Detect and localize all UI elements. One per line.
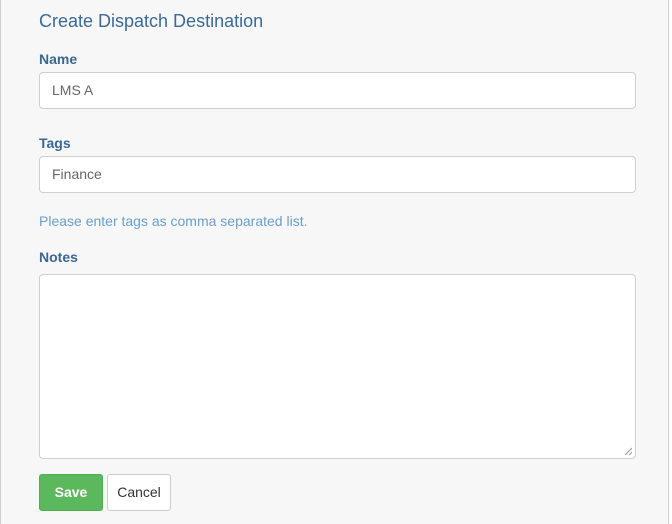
- tags-help-text: Please enter tags as comma separated lis…: [39, 213, 308, 229]
- save-button[interactable]: Save: [39, 474, 103, 511]
- form-title: Create Dispatch Destination: [39, 11, 264, 31]
- cancel-button[interactable]: Cancel: [107, 474, 171, 511]
- resize-handle-icon[interactable]: [624, 447, 632, 455]
- name-label: Name: [39, 51, 78, 67]
- create-destination-panel: Create Dispatch Destination Name LMS A T…: [0, 0, 669, 524]
- tags-label: Tags: [39, 135, 71, 151]
- tags-input[interactable]: Finance: [39, 156, 636, 193]
- name-input[interactable]: LMS A: [39, 72, 636, 109]
- notes-textarea[interactable]: [39, 274, 636, 459]
- notes-label: Notes: [39, 249, 78, 265]
